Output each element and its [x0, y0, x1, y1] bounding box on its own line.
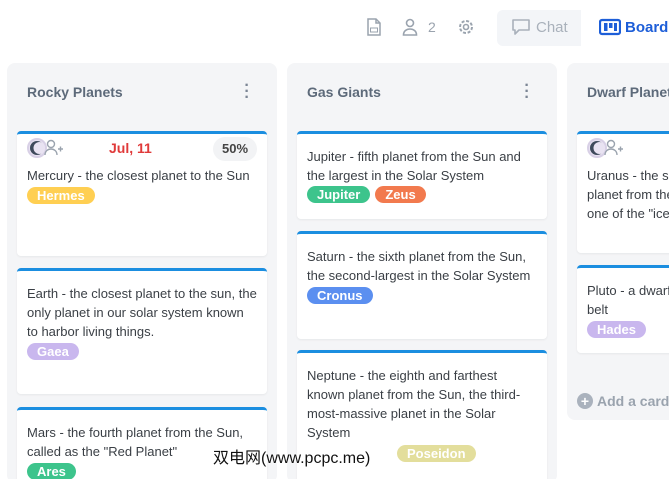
- column-menu-icon[interactable]: · · ·: [242, 78, 252, 106]
- card-text: Jupiter - fifth planet from the Sun and …: [307, 149, 521, 183]
- tag-jupiter[interactable]: Jupiter: [307, 186, 371, 203]
- add-card-label: Add a card: [597, 393, 669, 409]
- card-tags: Hades: [577, 321, 669, 338]
- tag-hades[interactable]: Hades: [587, 321, 647, 338]
- watermark: 双电网(www.pcpc.me): [213, 450, 371, 467]
- tag-hermes[interactable]: Hermes: [27, 187, 95, 204]
- user-icon[interactable]: [401, 18, 419, 36]
- card-mars[interactable]: Mars - the fourth planet from the Sun, c…: [17, 407, 267, 479]
- card-mercury[interactable]: Jul, 11 50% Mercury - the closest planet…: [17, 131, 267, 256]
- chat-label[interactable]: Chat: [536, 19, 568, 36]
- column-title: Gas Giants: [307, 84, 381, 100]
- card-saturn[interactable]: Saturn - the sixth planet from the Sun, …: [297, 231, 547, 339]
- column-dwarf-planets: Dwarf Planets Uranus - the seventh plane…: [567, 63, 669, 420]
- card-text: Mercury - the closest planet to the Sun: [27, 168, 250, 183]
- tag-poseidon[interactable]: Poseidon: [397, 445, 476, 462]
- due-date[interactable]: Jul, 11: [109, 140, 152, 156]
- card-meta-row: [577, 134, 669, 164]
- top-toolbar: 2 Chat Board: [0, 8, 669, 46]
- column-title: Rocky Planets: [27, 84, 123, 100]
- tag-gaea[interactable]: Gaea: [27, 343, 79, 360]
- column-menu-icon[interactable]: · · ·: [522, 78, 532, 106]
- tag-zeus[interactable]: Zeus: [375, 186, 426, 203]
- card-text: Pluto - a dwarf planet in the Kuiper bel…: [587, 283, 669, 317]
- card-tags: Cronus: [297, 287, 547, 304]
- card-text: Saturn - the sixth planet from the Sun, …: [307, 249, 531, 283]
- column-gas-giants: Gas Giants · · · Jupiter - fifth planet fr…: [287, 63, 557, 479]
- card-text: Earth - the closest planet to the sun, t…: [27, 286, 257, 339]
- board-icon[interactable]: [599, 18, 621, 36]
- member-count: 2: [428, 19, 436, 35]
- tag-ares[interactable]: Ares: [27, 463, 76, 479]
- tag-cronus[interactable]: Cronus: [307, 287, 373, 304]
- card-uranus[interactable]: Uranus - the seventh planet from the Sun…: [577, 131, 669, 253]
- column-rocky-planets: Rocky Planets · · · Jul, 11 50% Mercury - …: [7, 63, 277, 479]
- card-text: Neptune - the eighth and farthest known …: [307, 368, 521, 440]
- add-member-icon[interactable]: [44, 139, 64, 162]
- card-earth[interactable]: Earth - the closest planet to the sun, t…: [17, 268, 267, 394]
- progress-badge: 50%: [213, 137, 257, 161]
- add-card-button[interactable]: + Add a card: [577, 393, 669, 409]
- card-meta-row: Jul, 11 50%: [17, 134, 267, 164]
- file-icon[interactable]: [365, 18, 383, 36]
- column-title: Dwarf Planets: [587, 84, 669, 100]
- card-tags: Hermes: [17, 187, 267, 204]
- card-text: Uranus - the seventh planet from the Sun…: [587, 168, 669, 221]
- card-pluto[interactable]: Pluto - a dwarf planet in the Kuiper bel…: [577, 265, 669, 353]
- plus-icon: +: [577, 393, 593, 409]
- add-member-icon[interactable]: [604, 139, 624, 162]
- chat-bubble-icon[interactable]: [511, 18, 531, 36]
- gear-icon[interactable]: [457, 18, 475, 36]
- board-tab[interactable]: Board: [625, 19, 668, 36]
- card-tags: Gaea: [17, 343, 267, 360]
- card-jupiter[interactable]: Jupiter - fifth planet from the Sun and …: [297, 131, 547, 219]
- card-tags: Jupiter Zeus: [297, 186, 547, 203]
